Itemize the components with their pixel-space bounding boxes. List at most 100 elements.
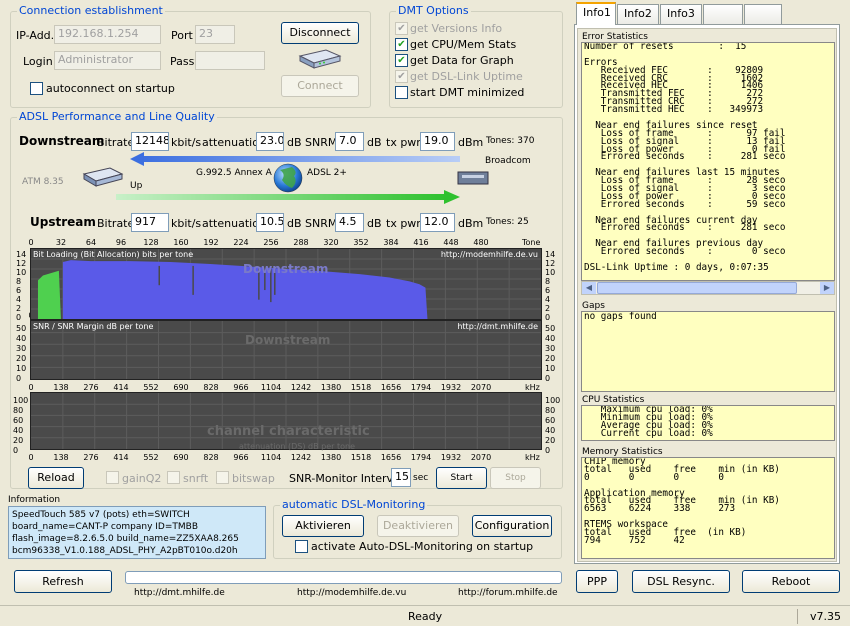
tab-5[interactable] xyxy=(744,4,782,24)
tone-tick: 192 xyxy=(203,238,219,247)
snr-interval-label: SNR-Monitor Interval: xyxy=(289,472,407,485)
link-forum[interactable]: http://forum.mhilfe.de xyxy=(458,588,558,598)
dmt-option-checkbox[interactable]: ✔ xyxy=(395,22,408,35)
password-input[interactable] xyxy=(195,51,265,70)
snrft-checkbox[interactable] xyxy=(167,471,180,484)
connect-button[interactable]: Connect xyxy=(281,75,359,97)
tone-tick: 256 xyxy=(263,238,279,247)
auto-monitor-startup-label: activate Auto-DSL-Monitoring on startup xyxy=(311,540,534,553)
channel-y-tick: 60 xyxy=(13,416,24,425)
snr-interval-sec: sec xyxy=(413,473,429,483)
bits-title: Bit Loading (Bit Allocation) bits per to… xyxy=(33,250,194,259)
tab-4[interactable] xyxy=(703,4,743,24)
snr-graph: SNR / SNR Margin dB per tone http://dmt.… xyxy=(30,320,542,380)
khz-tick: 1794 xyxy=(410,453,432,462)
snr-watermark: Downstream xyxy=(245,333,331,347)
bits-y-tick: 6 xyxy=(545,286,551,295)
dmt-option-checkbox[interactable]: ✔ xyxy=(395,70,408,83)
snr-y-tick: 40 xyxy=(16,334,27,343)
port-input[interactable]: 23 xyxy=(195,25,235,44)
khz-tick: 552 xyxy=(143,453,159,462)
tab-info1[interactable]: Info1 xyxy=(576,2,616,25)
login-input[interactable]: Administrator xyxy=(54,51,161,70)
khz-axis-label: kHz xyxy=(525,453,540,462)
error-stats-box: Number of resets : 15 Errors Received FEC… xyxy=(581,42,835,281)
disconnect-button[interactable]: Disconnect xyxy=(281,22,359,44)
bitswap-label: bitswap xyxy=(232,472,275,485)
up-snrm-label: SNRM xyxy=(305,217,338,230)
dmt-option-checkbox[interactable] xyxy=(395,86,408,99)
snr-interval-input[interactable]: 15 xyxy=(391,468,411,487)
auto-monitor-title: automatic DSL-Monitoring xyxy=(280,498,428,511)
channel-y-tick: 0 xyxy=(13,446,19,455)
khz-tick: 690 xyxy=(173,453,189,462)
khz-tick: 414 xyxy=(113,383,129,392)
autoconnect-checkbox[interactable] xyxy=(30,82,43,95)
khz-tick: 828 xyxy=(203,383,219,392)
tone-tick: 160 xyxy=(173,238,189,247)
scroll-left-arrow[interactable]: ◀ xyxy=(582,282,596,294)
down-attenuation-value: 23.0 xyxy=(256,132,284,151)
error-stats-scrollbar[interactable]: ◀ ▶ xyxy=(581,281,835,295)
start-button[interactable]: Start xyxy=(436,467,487,489)
up-db-unit: dB xyxy=(287,217,302,230)
error-stat-line: Transmitted HEC : 349973 xyxy=(584,104,764,116)
error-stat-line: Errored seconds : 59 seco xyxy=(584,198,786,210)
down-snrm-db-unit: dB xyxy=(367,136,382,149)
down-bitrate-label: Bitrate xyxy=(97,136,135,149)
reboot-button[interactable]: Reboot xyxy=(742,570,840,593)
activate-button[interactable]: Aktivieren xyxy=(282,515,364,537)
stop-button[interactable]: Stop xyxy=(490,467,541,489)
status-text: Ready xyxy=(408,610,443,623)
auto-monitor-startup-checkbox[interactable] xyxy=(295,540,308,553)
deactivate-button[interactable]: Deaktivieren xyxy=(377,515,459,537)
link-dmt[interactable]: http://dmt.mhilfe.de xyxy=(134,588,225,598)
khz-tick: 1656 xyxy=(380,383,402,392)
link-modemhilfe[interactable]: http://modemhilfe.de.vu xyxy=(297,588,406,598)
modem-icon xyxy=(298,49,342,69)
scroll-thumb[interactable] xyxy=(597,282,797,294)
khz-tick: 690 xyxy=(173,383,189,392)
up-tones: Tones: 25 xyxy=(486,217,529,227)
bits-y-tick: 10 xyxy=(545,268,556,277)
khz-tick: 966 xyxy=(233,383,249,392)
bits-watermark: Downstream xyxy=(243,262,329,276)
dsl-resync-button[interactable]: DSL Resync. xyxy=(632,570,730,593)
khz-tick: 1518 xyxy=(350,453,372,462)
bits-y-tick: 8 xyxy=(16,277,22,286)
khz-tick: 0 xyxy=(28,383,34,392)
ip-input[interactable]: 192.168.1.254 xyxy=(54,25,161,44)
channel-y-tick: 100 xyxy=(545,396,561,405)
cpu-box: Maximum cpu load: 0% Minimum cpu load: 0… xyxy=(581,405,835,441)
memory-box: CHIP memory total used free min (in KB) 0 … xyxy=(581,457,835,559)
tab-info3[interactable]: Info3 xyxy=(660,4,702,24)
bits-y-tick: 14 xyxy=(16,250,27,259)
dmt-option-label: get DSL-Link Uptime xyxy=(410,70,523,83)
error-stat-line: Errored seconds : 281 seco xyxy=(584,151,786,163)
status-divider xyxy=(797,609,798,624)
ppp-button[interactable]: PPP xyxy=(576,570,618,593)
cpu-stat-line: Current cpu load: 0% xyxy=(584,427,713,439)
down-bitrate-value: 12148 xyxy=(131,132,169,151)
bitswap-checkbox[interactable] xyxy=(216,471,229,484)
dmt-option-checkbox[interactable]: ✔ xyxy=(395,38,408,51)
reload-button[interactable]: Reload xyxy=(28,467,84,489)
up-bitrate-value: 917 xyxy=(131,213,169,232)
refresh-button[interactable]: Refresh xyxy=(14,570,112,593)
configuration-button[interactable]: Configuration xyxy=(472,515,552,537)
khz-tick: 138 xyxy=(53,453,69,462)
channel-y-tick: 80 xyxy=(545,406,556,415)
scroll-right-arrow[interactable]: ▶ xyxy=(820,282,834,294)
connection-title: Connection establishment xyxy=(17,4,165,17)
tone-axis-label: Tone xyxy=(522,238,541,247)
memory-stat-line: 6563 6224 338 273 xyxy=(584,503,736,515)
bits-y-tick: 0 xyxy=(545,313,551,322)
dmt-option-label: start DMT minimized xyxy=(410,86,525,99)
bits-y-tick: 4 xyxy=(545,295,551,304)
error-stat-line: Errored seconds : 281 seco xyxy=(584,222,786,234)
bits-y-tick: 10 xyxy=(16,268,27,277)
up-kbit-unit: kbit/s xyxy=(171,217,202,230)
gainq2-checkbox[interactable] xyxy=(106,471,119,484)
dmt-option-checkbox[interactable]: ✔ xyxy=(395,54,408,67)
tab-info2[interactable]: Info2 xyxy=(617,4,659,24)
